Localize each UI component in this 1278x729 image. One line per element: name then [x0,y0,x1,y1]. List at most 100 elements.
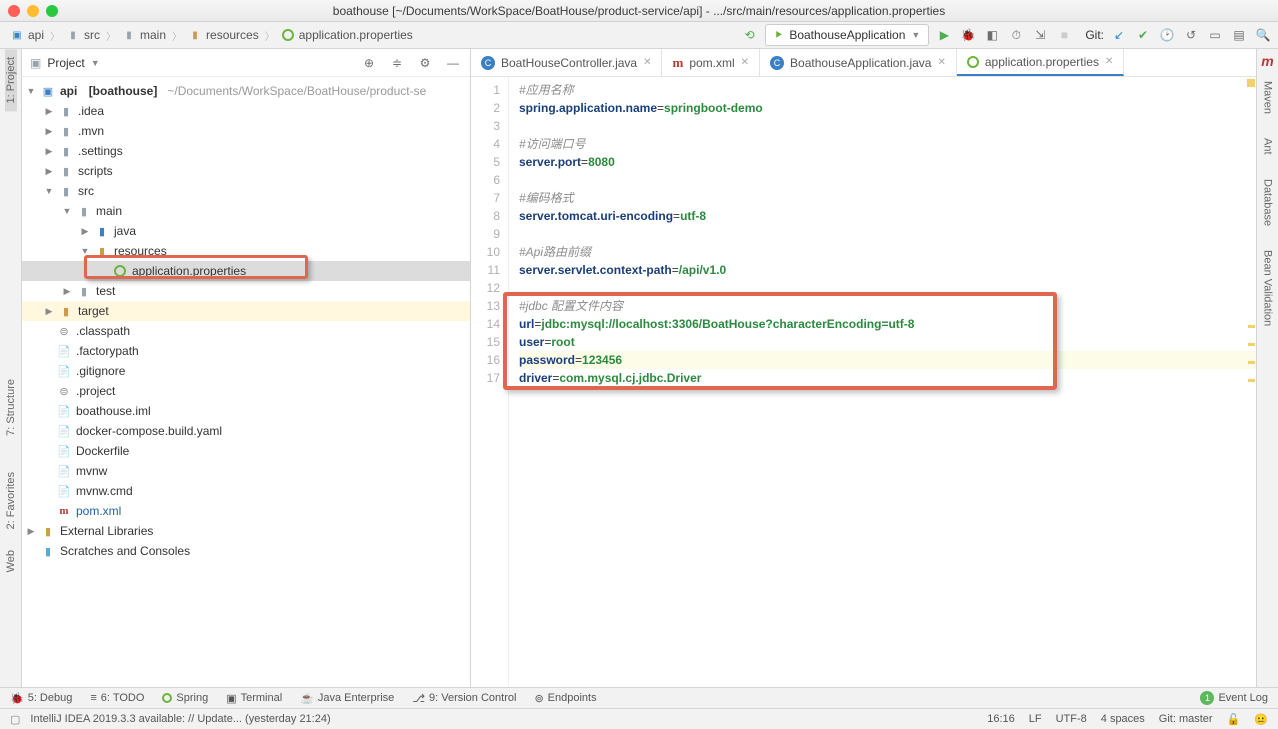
code-area[interactable]: #应用名称spring.application.name=springboot-… [509,77,1256,687]
project-tree[interactable]: ▼▣api [boathouse]~/Documents/WorkSpace/B… [22,77,470,687]
tree-file[interactable]: 📄Dockerfile [22,441,470,461]
tree-folder[interactable]: ▼▮main [22,201,470,221]
tree-root[interactable]: ▼▣api [boathouse]~/Documents/WorkSpace/B… [22,81,470,101]
tool-window-debug[interactable]: 🐞 5: Debug [10,692,72,705]
breadcrumb-item[interactable]: ▣api [6,26,48,44]
ide-settings-icon[interactable]: ▤ [1230,26,1248,44]
search-everywhere-icon[interactable]: 🔍 [1254,26,1272,44]
close-tab-icon[interactable]: ✕ [643,57,651,68]
spring-boot-icon: ⯈ [774,28,784,43]
editor-area: CBoatHouseController.java✕ mpom.xml✕ CBo… [471,49,1256,687]
editor-tab-active[interactable]: application.properties✕ [957,49,1124,76]
tool-window-bean-validation[interactable]: Bean Validation [1262,242,1274,334]
tree-file[interactable]: 📄docker-compose.build.yaml [22,421,470,441]
build-icon[interactable]: ⟲ [741,26,759,44]
editor-tab[interactable]: CBoatHouseController.java✕ [471,49,662,76]
tree-file[interactable]: 📄.factorypath [22,341,470,361]
line-separator[interactable]: LF [1029,713,1042,725]
breadcrumb-item[interactable]: ▮main [118,26,170,44]
tree-folder[interactable]: ▼▮resources [22,241,470,261]
tool-window-m-logo[interactable]: m [1261,49,1273,73]
breadcrumbs: ▣api〉 ▮src〉 ▮main〉 ▮resources〉 applicati… [6,26,741,44]
tool-window-project[interactable]: 1: Project [5,49,17,111]
tree-file-application-properties[interactable]: application.properties [22,261,470,281]
tool-window-structure[interactable]: 7: Structure [5,371,17,444]
tool-window-spring[interactable]: Spring [162,692,208,704]
tree-file[interactable]: 📄boathouse.iml [22,401,470,421]
tree-folder-target[interactable]: ▶▮target [22,301,470,321]
vcs-revert-icon[interactable]: ↺ [1182,26,1200,44]
tool-window-vcs[interactable]: ⎇ 9: Version Control [412,692,516,705]
gear-icon[interactable]: ⚙ [416,54,434,72]
bottom-tool-strip: 🐞 5: Debug ≡ 6: TODO Spring ▣ Terminal ☕… [0,687,1278,708]
marker-bar [1246,77,1256,687]
close-tab-icon[interactable]: ✕ [741,57,749,68]
vcs-history-icon[interactable]: 🕑 [1158,26,1176,44]
tool-window-maven[interactable]: Maven [1262,73,1274,122]
tree-folder[interactable]: ▶▮.settings [22,141,470,161]
minimize-window-icon[interactable] [27,5,39,17]
tree-folder[interactable]: ▶▮.idea [22,101,470,121]
tree-file[interactable]: 📄mvnw.cmd [22,481,470,501]
maximize-window-icon[interactable] [46,5,58,17]
cursor-position[interactable]: 16:16 [987,713,1015,725]
editor-body[interactable]: 1234567891011121314151617 #应用名称spring.ap… [471,77,1256,687]
tool-window-database[interactable]: Database [1262,171,1274,234]
indent-setting[interactable]: 4 spaces [1101,713,1145,725]
tree-folder[interactable]: ▶▮java [22,221,470,241]
lock-icon[interactable]: 🔓 [1227,713,1241,726]
tree-file[interactable]: 📄.gitignore [22,361,470,381]
project-panel-title[interactable]: ▣ Project ▼ [30,56,360,70]
file-encoding[interactable]: UTF-8 [1056,713,1087,725]
close-tab-icon[interactable]: ✕ [1105,56,1113,67]
breadcrumb-item[interactable]: ▮src [62,26,104,44]
spring-icon [282,29,294,41]
hide-panel-icon[interactable]: — [444,54,462,72]
select-opened-file-icon[interactable]: ⊕ [360,54,378,72]
close-window-icon[interactable] [8,5,20,17]
tree-file-pom[interactable]: mpom.xml [22,501,470,521]
debug-icon[interactable]: 🐞 [959,26,977,44]
git-label: Git: [1085,28,1104,42]
expand-all-icon[interactable]: ≑ [388,54,406,72]
breadcrumb-item[interactable]: ▮resources [184,26,263,44]
tree-scratches[interactable]: ▮Scratches and Consoles [22,541,470,561]
project-panel-header: ▣ Project ▼ ⊕ ≑ ⚙ — [22,49,470,77]
run-icon[interactable]: ▶ [935,26,953,44]
editor-tab[interactable]: CBoathouseApplication.java✕ [760,49,957,76]
coverage-icon[interactable]: ◧ [983,26,1001,44]
analysis-status-icon [1247,79,1255,87]
tree-file[interactable]: ⊜.project [22,381,470,401]
tool-window-java-enterprise[interactable]: ☕ Java Enterprise [300,692,394,705]
tree-folder[interactable]: ▼▮src [22,181,470,201]
tree-external-libraries[interactable]: ▶▮External Libraries [22,521,470,541]
tree-file[interactable]: 📄mvnw [22,461,470,481]
stop-icon[interactable]: ■ [1055,26,1073,44]
tool-window-favorites[interactable]: 2: Favorites [5,464,17,537]
vcs-update-icon[interactable]: ↙ [1110,26,1128,44]
navigation-bar: ▣api〉 ▮src〉 ▮main〉 ▮resources〉 applicati… [0,22,1278,49]
project-panel: ▣ Project ▼ ⊕ ≑ ⚙ — ▼▣api [boathouse]~/D… [22,49,471,687]
windows-button-icon[interactable]: ▢ [10,713,20,726]
inspection-icon[interactable]: 😐 [1254,713,1268,726]
vcs-commit-icon[interactable]: ✔ [1134,26,1152,44]
tree-file[interactable]: ⊜.classpath [22,321,470,341]
attach-icon[interactable]: ⇲ [1031,26,1049,44]
project-structure-icon[interactable]: ▭ [1206,26,1224,44]
close-tab-icon[interactable]: ✕ [937,57,945,68]
status-message[interactable]: IntelliJ IDEA 2019.3.3 available: // Upd… [30,713,330,725]
editor-tab[interactable]: mpom.xml✕ [662,49,760,76]
profile-icon[interactable]: ⏱ [1007,26,1025,44]
tree-folder[interactable]: ▶▮test [22,281,470,301]
tool-window-endpoints[interactable]: ⊚ Endpoints [534,692,596,705]
tool-window-web[interactable]: Web [5,542,17,580]
event-log-button[interactable]: 1 Event Log [1200,691,1268,705]
tool-window-terminal[interactable]: ▣ Terminal [226,692,282,705]
tool-window-todo[interactable]: ≡ 6: TODO [90,692,144,704]
run-configuration-dropdown[interactable]: ⯈ BoathouseApplication ▼ [765,24,930,46]
tree-folder[interactable]: ▶▮.mvn [22,121,470,141]
tree-folder[interactable]: ▶▮scripts [22,161,470,181]
git-branch[interactable]: Git: master [1159,713,1213,725]
tool-window-ant[interactable]: Ant [1262,130,1274,163]
breadcrumb-item[interactable]: application.properties [277,26,417,44]
